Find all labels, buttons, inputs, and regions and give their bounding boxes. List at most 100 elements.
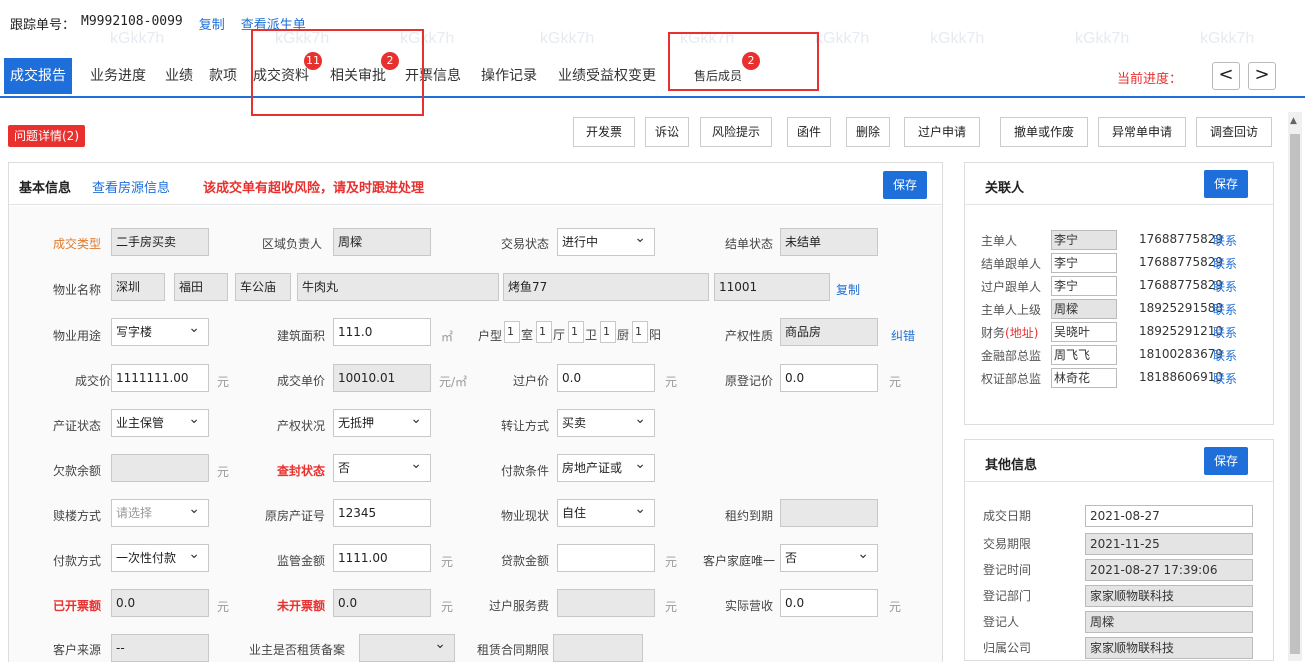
contact-link[interactable]: 联系 [1213, 347, 1237, 364]
current-progress-label: 当前进度： [1117, 72, 1183, 87]
pay-mode-select[interactable]: 一次性付款 [111, 544, 209, 572]
letter-button[interactable]: 函件 [787, 117, 831, 147]
area-name-field: 车公庙 [235, 273, 291, 301]
related-name[interactable]: 林奇花 [1051, 368, 1117, 388]
contact-link[interactable]: 联系 [1213, 232, 1237, 249]
property-state-select[interactable]: 自住 [557, 499, 655, 527]
unique-select[interactable]: 否 [780, 544, 878, 572]
badge-deal-docs: 11 [304, 52, 322, 70]
contact-link[interactable]: 联系 [1213, 301, 1237, 318]
hall-input[interactable]: 1 [536, 321, 552, 343]
loan-input[interactable] [557, 544, 655, 572]
other-value: 2021-11-25 [1085, 533, 1253, 555]
copy-tracking-link[interactable]: 复制 [199, 14, 225, 34]
related-name[interactable]: 李宁 [1051, 276, 1117, 296]
tab-deal-docs[interactable]: 成交资料 [253, 58, 309, 94]
tracking-bar: 跟踪单号： M9992108-0099 复制 查看派生单 [10, 14, 306, 34]
room-input[interactable]: 1 [504, 321, 520, 343]
cert-status-select[interactable]: 业主保管 [111, 409, 209, 437]
lease-term-field [553, 634, 643, 662]
other-value: 家家顺物联科技 [1085, 637, 1253, 659]
tracking-number: M9992108-0099 [81, 14, 183, 29]
related-name[interactable]: 吴晓叶 [1051, 322, 1117, 342]
related-name[interactable]: 周飞飞 [1051, 345, 1117, 365]
owed-label: 欠款余额 [53, 464, 102, 478]
transfer-mode-select[interactable]: 买卖 [557, 409, 655, 437]
transfer-apply-button[interactable]: 过户申请 [904, 117, 980, 147]
survey-visit-button[interactable]: 调查回访 [1196, 117, 1272, 147]
risk-alert-button[interactable]: 风险提示 [700, 117, 772, 147]
room-label: 室 [521, 328, 534, 342]
related-name[interactable]: 李宁 [1051, 253, 1117, 273]
property-status-select[interactable]: 无抵押 [333, 409, 431, 437]
contact-link[interactable]: 联系 [1213, 370, 1237, 387]
view-listing-link[interactable]: 查看房源信息 [92, 177, 170, 196]
cancel-void-button[interactable]: 撤单或作废 [1000, 117, 1088, 147]
usage-label: 物业用途 [53, 329, 102, 343]
tab-approvals[interactable]: 相关审批 [330, 58, 386, 94]
contact-link[interactable]: 联系 [1213, 324, 1237, 341]
orig-price-input[interactable]: 0.0 [780, 364, 878, 392]
estate-field: 牛肉丸 [297, 273, 499, 301]
price-unit: 元 [217, 375, 230, 389]
building-field: 烤鱼77 [503, 273, 709, 301]
floor-mode-label: 赎楼方式 [53, 509, 102, 523]
price-input[interactable]: 1111111.00 [111, 364, 209, 392]
usage-select[interactable]: 写字楼 [111, 318, 209, 346]
balcony-input[interactable]: 1 [632, 321, 648, 343]
tab-performance[interactable]: 业绩 [165, 58, 193, 94]
transfer-price-label: 过户价 [513, 374, 550, 388]
other-key: 成交日期 [983, 509, 1032, 523]
transfer-price-input[interactable]: 0.0 [557, 364, 655, 392]
save-related-button[interactable]: 保存 [1204, 170, 1248, 198]
save-basic-button[interactable]: 保存 [883, 171, 927, 199]
view-derived-order-link[interactable]: 查看派生单 [241, 14, 306, 34]
lease-record-select[interactable] [359, 634, 455, 662]
save-other-button[interactable]: 保存 [1204, 447, 1248, 475]
contact-link[interactable]: 联系 [1213, 255, 1237, 272]
orig-cert-input[interactable]: 12345 [333, 499, 431, 527]
tab-benefit-change[interactable]: 业绩受益权变更 [558, 58, 656, 94]
supervise-input[interactable]: 1111.00 [333, 544, 431, 572]
tab-invoice-info[interactable]: 开票信息 [405, 58, 461, 94]
area-input[interactable]: 111.0 [333, 318, 431, 346]
exception-apply-button[interactable]: 异常单申请 [1098, 117, 1186, 147]
tab-operation-log[interactable]: 操作记录 [481, 58, 537, 94]
correct-link[interactable]: 纠错 [891, 327, 915, 344]
finance-role: 财务 [981, 326, 1006, 340]
layout-label: 户型 [478, 329, 503, 343]
prev-button[interactable]: < [1212, 62, 1240, 90]
issue-invoice-button[interactable]: 开发票 [573, 117, 635, 147]
tab-deal-report[interactable]: 成交报告 [4, 58, 72, 94]
deal-date-input[interactable]: 2021-08-27 [1085, 505, 1253, 527]
tab-bar: 成交报告 业务进度 业绩 款项 成交资料 11 相关审批 2 开票信息 操作记录… [0, 52, 1305, 98]
related-phone: 18188606910 [1139, 370, 1223, 384]
scrollbar-thumb[interactable] [1290, 134, 1300, 654]
floor-mode-select[interactable]: 请选择 [111, 499, 209, 527]
contact-link[interactable]: 联系 [1213, 278, 1237, 295]
tab-after-sales-members[interactable]: 售后成员 [694, 58, 742, 94]
trade-status-select[interactable]: 进行中 [557, 228, 655, 256]
property-status-label: 产权状况 [277, 419, 326, 433]
copy-property-link[interactable]: 复制 [836, 281, 860, 298]
finance-address-link[interactable]: (地址) [1005, 326, 1038, 340]
related-phone: 18925291210 [1139, 324, 1223, 338]
seal-status-select[interactable]: 否 [333, 454, 431, 482]
related-phone: 17688775829 [1139, 255, 1223, 269]
tab-business-progress[interactable]: 业务进度 [90, 58, 146, 94]
next-button[interactable]: > [1248, 62, 1276, 90]
related-role: 主单人 [981, 234, 1018, 248]
kitchen-input[interactable]: 1 [600, 321, 616, 343]
not-invoiced-field: 0.0 [333, 589, 431, 617]
bath-input[interactable]: 1 [568, 321, 584, 343]
actual-income-input[interactable]: 0.0 [780, 589, 878, 617]
page-scrollbar[interactable]: ▲ [1288, 112, 1302, 661]
pay-cond-label: 付款条件 [501, 464, 550, 478]
pay-cond-select[interactable]: 房地产证或 [557, 454, 655, 482]
litigation-button[interactable]: 诉讼 [645, 117, 689, 147]
tab-payments[interactable]: 款项 [209, 58, 237, 94]
delete-button[interactable]: 删除 [846, 117, 890, 147]
watermark: kGkk7h [930, 30, 985, 47]
source-label: 客户来源 [53, 643, 102, 657]
other-value: 2021-08-27 17:39:06 [1085, 559, 1253, 581]
